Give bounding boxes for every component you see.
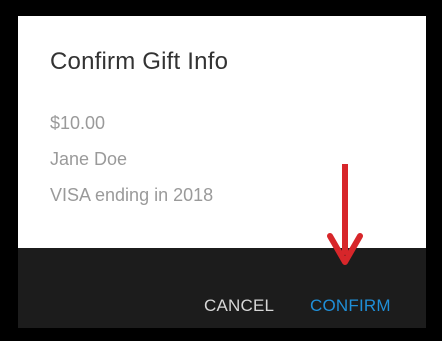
down-arrow-icon bbox=[327, 164, 363, 265]
dialog-title: Confirm Gift Info bbox=[50, 48, 229, 75]
payment-method: VISA ending in 2018 bbox=[50, 185, 214, 205]
gift-amount: $10.00 bbox=[50, 113, 106, 133]
confirm-button[interactable]: CONFIRM bbox=[310, 296, 391, 316]
recipient-name: Jane Doe bbox=[50, 149, 128, 169]
cancel-button[interactable]: CANCEL bbox=[204, 296, 274, 316]
